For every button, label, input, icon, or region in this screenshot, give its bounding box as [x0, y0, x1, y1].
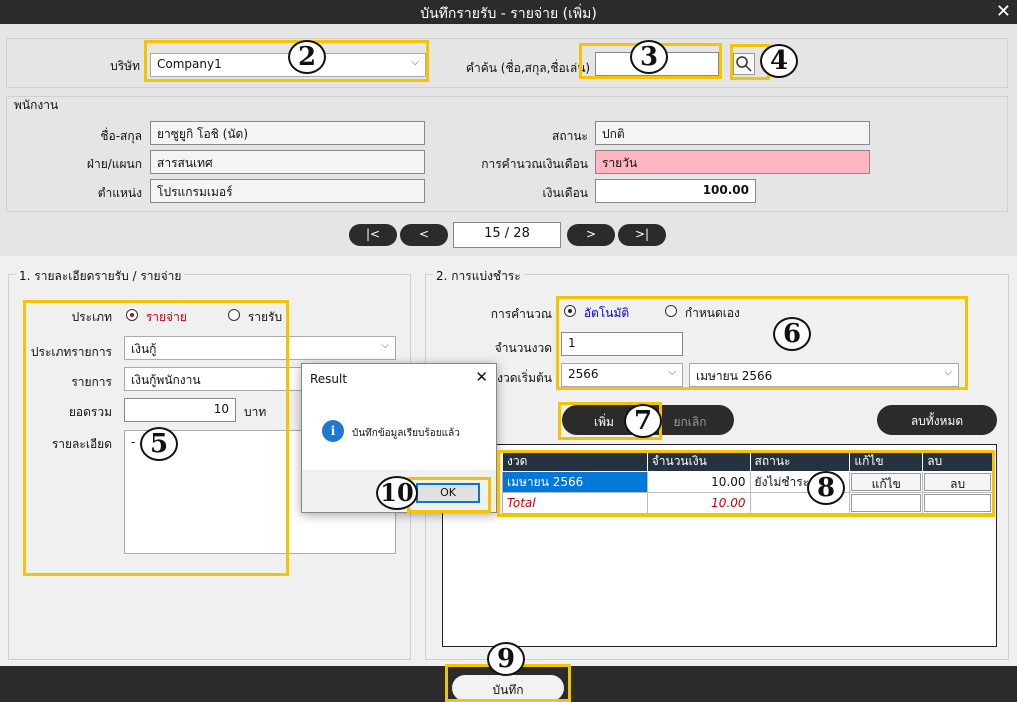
info-icon: i [322, 420, 344, 442]
last-page-button[interactable]: >| [618, 224, 666, 246]
page-indicator: 15 / 28 [453, 222, 561, 248]
payment-group-label: 2. การแบ่งชำระ [433, 267, 524, 286]
annotation-badge-9: 9 [487, 642, 525, 676]
annotation-badge-3: 3 [630, 40, 668, 74]
annotation-box-company [144, 40, 429, 82]
position-label: ตำแหน่ง [97, 186, 142, 200]
dialog-message: บันทึกข้อมูลเรียบร้อยแล้ว [352, 428, 460, 439]
search-label: คำค้น (ชื่อ,สกุล,ชื่อเล่น) [466, 61, 591, 75]
annotation-box-ok [407, 477, 491, 513]
annotation-badge-7: 7 [624, 404, 662, 438]
dept-field: สารสนเทศ [150, 150, 425, 174]
close-icon[interactable]: ✕ [475, 368, 488, 386]
annotation-box-calc [556, 296, 968, 390]
close-icon[interactable]: ✕ [996, 1, 1011, 22]
annotation-badge-10: 10 [376, 476, 418, 510]
company-label: บริษัท [110, 59, 140, 73]
detail-group-label: 1. รายละเอียดรายรับ / รายจ่าย [16, 267, 185, 286]
position-field: โปรแกรมเมอร์ [150, 179, 425, 203]
annotation-badge-6: 6 [773, 317, 811, 351]
calc-label: การคำนวณ [490, 307, 552, 321]
name-label: ชื่อ-สกุล [100, 129, 142, 143]
annotation-badge-8: 8 [807, 471, 845, 505]
window-title: บันทึกรายรับ - รายจ่าย (เพิ่ม) [420, 6, 597, 22]
salary-label: เงินเดือน [542, 186, 588, 200]
status-label: สถานะ [552, 129, 588, 143]
salary-calc-label: การคำนวณเงินเดือน [481, 157, 588, 171]
annotation-badge-2: 2 [288, 40, 326, 74]
first-page-button[interactable]: |< [349, 224, 397, 246]
salary-calc-field: รายวัน [595, 150, 870, 174]
annotation-box-grid [497, 450, 995, 517]
title-bar: บันทึกรายรับ - รายจ่าย (เพิ่ม) ✕ [0, 0, 1017, 24]
annotation-badge-4: 4 [760, 44, 798, 78]
dept-label: ฝ่าย/แผนก [86, 157, 142, 171]
delete-all-button[interactable]: ลบทั้งหมด [877, 405, 997, 435]
name-field: ยาซูยูกิ โอชิ (นัด) [150, 121, 425, 145]
dialog-title: Result [310, 372, 348, 386]
employee-group-label: พนักงาน [14, 98, 59, 112]
prev-page-button[interactable]: < [400, 224, 448, 246]
installments-label: จำนวนงวด [494, 341, 552, 355]
annotation-badge-5: 5 [140, 427, 178, 461]
chevron-down-icon: ⌵ [381, 340, 389, 351]
status-field: ปกติ [595, 121, 870, 145]
next-page-button[interactable]: > [567, 224, 615, 246]
salary-field: 100.00 [595, 179, 756, 203]
